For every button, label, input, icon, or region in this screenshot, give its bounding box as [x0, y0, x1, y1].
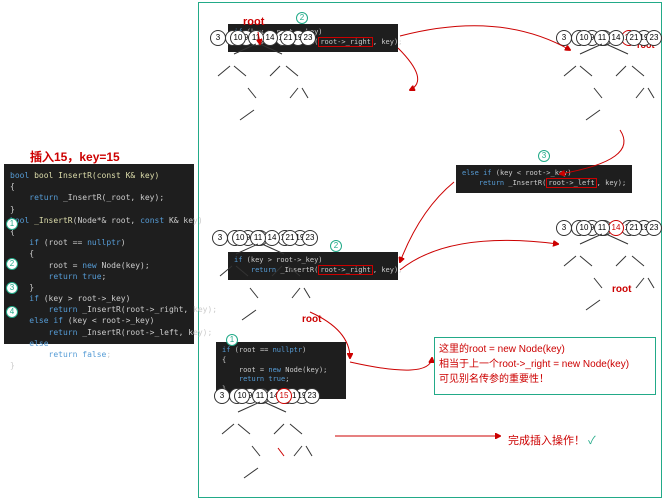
diagram-container [198, 2, 662, 498]
step-2-mid: 2 [330, 240, 342, 252]
step-1: 1 [6, 218, 18, 230]
node: 10 [576, 30, 592, 46]
node: 11 [248, 30, 264, 46]
explain-line-3: 可见别名传参的重要性！ [439, 372, 651, 387]
node: 21 [626, 30, 642, 46]
code-main: bool bool InsertR(const K& key) { return… [4, 164, 194, 344]
explain-box: 这里的root = new Node(key) 相当于上一个root->_rig… [434, 337, 656, 395]
node: 3 [214, 388, 230, 404]
code-snippet-3: else if (key < root->_key) return _Inser… [456, 165, 632, 193]
step-2-top: 2 [296, 12, 308, 24]
highlight: root->_right [318, 265, 373, 275]
node: 23 [646, 30, 662, 46]
node-inserted: 15 [276, 388, 292, 404]
node: 3 [556, 30, 572, 46]
root-lbl-3: root [612, 284, 631, 295]
node: 14 [262, 30, 278, 46]
step-1-bot: 1 [226, 334, 238, 346]
node: 10 [232, 230, 248, 246]
node: 23 [300, 30, 316, 46]
kw: nullptr [273, 346, 303, 354]
node: 21 [626, 220, 642, 236]
explain-line-2: 相当于上一个root->_right = new Node(key) [439, 357, 651, 372]
highlight: root->_right [318, 37, 373, 47]
code-snippet-2-mid: if (key > root->_key) return _InsertR(ro… [228, 252, 398, 280]
root-lbl-1: root [243, 16, 264, 28]
node: 23 [646, 220, 662, 236]
step-2: 2 [6, 258, 18, 270]
node: 11 [250, 230, 266, 246]
node: 3 [210, 30, 226, 46]
check-icon: ✓ [588, 435, 596, 447]
heading: 插入15，key=15 [30, 148, 120, 165]
node: 23 [302, 230, 318, 246]
node: 21 [280, 30, 296, 46]
node: 10 [576, 220, 592, 236]
node: 10 [234, 388, 250, 404]
step-3: 3 [6, 282, 18, 294]
node: 21 [282, 230, 298, 246]
final-label: 完成插入操作！ [508, 435, 585, 447]
step-3-lbl: 3 [538, 150, 550, 162]
node: 14 [608, 30, 624, 46]
node: 10 [230, 30, 246, 46]
node: 14 [608, 220, 624, 236]
node: 14 [264, 230, 280, 246]
step-4: 4 [6, 306, 18, 318]
node: 3 [556, 220, 572, 236]
root-lbl-4: root [302, 314, 321, 325]
final-text: 完成插入操作！ ✓ [508, 432, 596, 448]
highlight: root->_left [546, 178, 596, 188]
node: 11 [594, 30, 610, 46]
code-line: bool InsertR(const K& key) [34, 171, 159, 180]
node: 11 [252, 388, 268, 404]
explain-line-1: 这里的root = new Node(key) [439, 342, 651, 357]
node: 11 [594, 220, 610, 236]
node: 3 [212, 230, 228, 246]
node: 23 [304, 388, 320, 404]
